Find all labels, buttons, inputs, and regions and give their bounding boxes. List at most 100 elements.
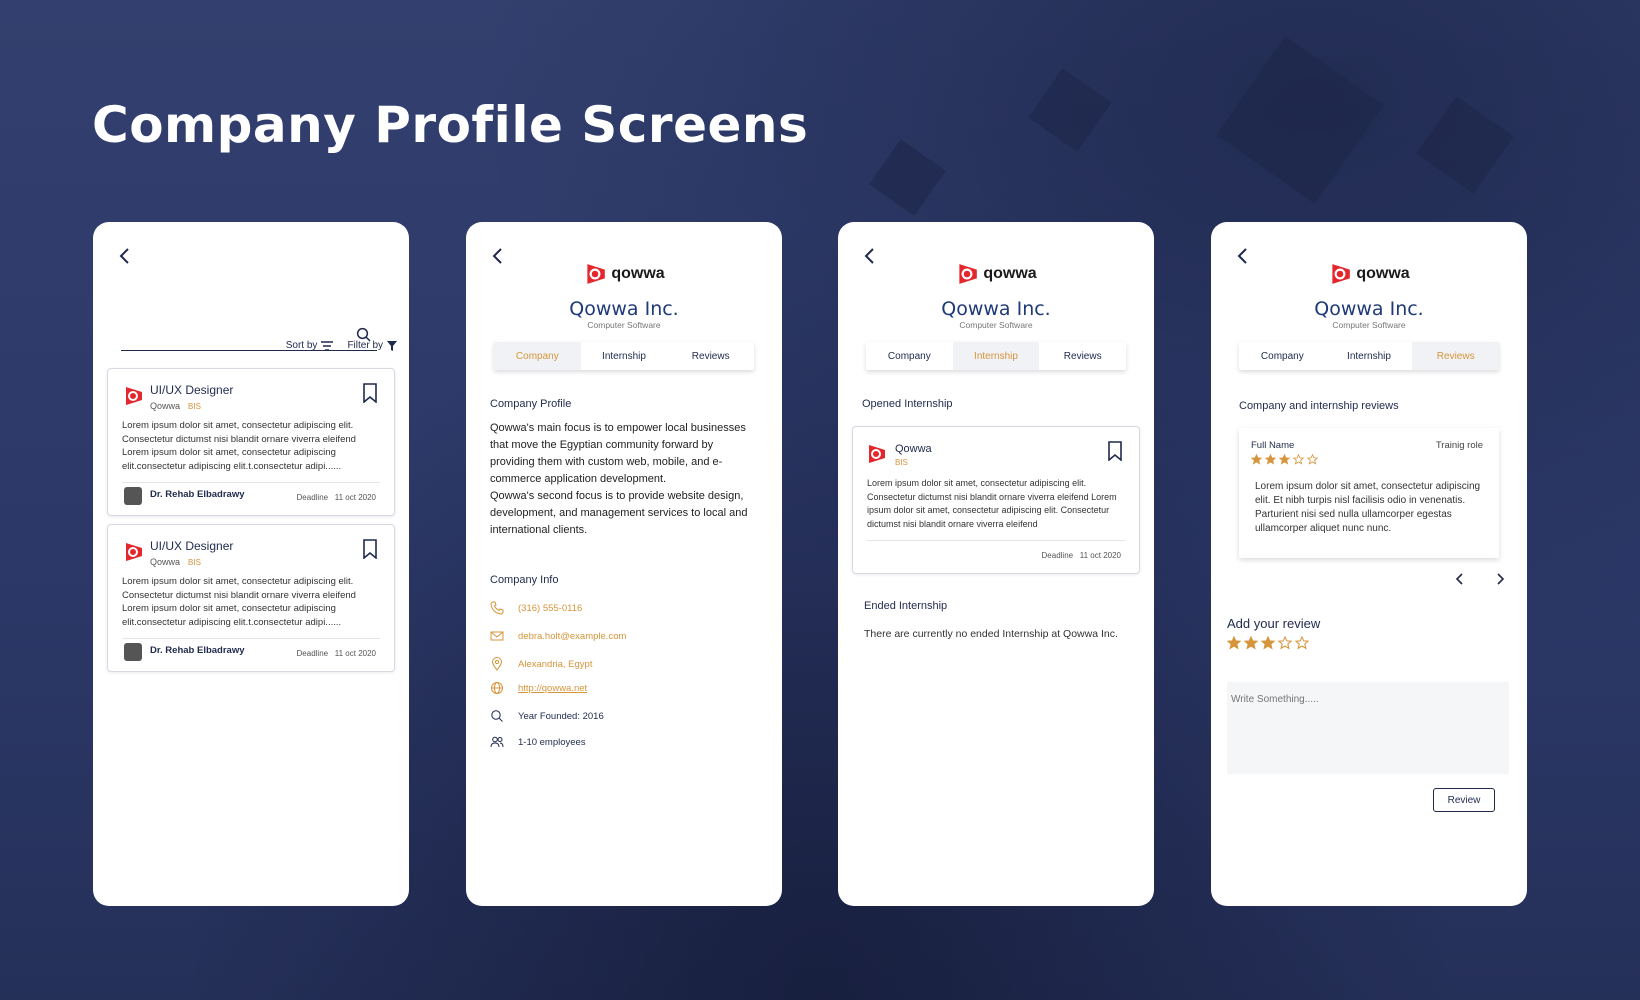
job-footer: Dr. Rehab Elbadrawy Deadline 11 oct 2020 <box>122 482 380 507</box>
star-filled-icon <box>1279 454 1290 465</box>
sort-filter-bar: Sort by Filter by <box>286 340 397 351</box>
sort-button[interactable]: Sort by <box>286 340 334 351</box>
ended-empty-text: There are currently no ended Internship … <box>864 628 1118 640</box>
tab-bar: Company Internship Reviews <box>866 342 1126 370</box>
internship-footer: Deadline 11 oct 2020 <box>867 540 1125 565</box>
profile-heading: Company Profile <box>490 398 572 410</box>
info-phone[interactable]: (316) 555-0116 <box>490 600 582 616</box>
tab-bar: Company Internship Reviews <box>494 342 754 370</box>
tab-company[interactable]: Company <box>1239 342 1326 370</box>
tab-bar: Company Internship Reviews <box>1239 342 1500 370</box>
reviewer-name: Full Name <box>1251 440 1295 451</box>
department-tag: BIS <box>188 558 201 567</box>
internship-description: Lorem ipsum dolor sit amet, consectetur … <box>867 478 1117 529</box>
email-text: debra.holt@example.com <box>518 630 627 642</box>
review-button[interactable]: Review <box>1433 788 1495 812</box>
job-description: Lorem ipsum dolor sit amet, consectetur … <box>122 576 356 628</box>
back-arrow-icon[interactable] <box>113 244 137 268</box>
tab-internship[interactable]: Internship <box>952 342 1040 370</box>
star-empty-icon[interactable] <box>1278 636 1292 650</box>
star-filled-icon <box>1265 454 1276 465</box>
qowwa-logo-icon <box>126 387 142 405</box>
tab-company[interactable]: Company <box>494 342 581 370</box>
star-filled-icon[interactable] <box>1244 636 1258 650</box>
sort-lines-icon <box>321 340 334 351</box>
tab-internship[interactable]: Internship <box>581 342 668 370</box>
screen-internships: qowwa Qowwa Inc. Computer Software Compa… <box>838 222 1154 906</box>
deadline-date: 11 oct 2020 <box>334 493 376 502</box>
company-name: Qowwa <box>150 557 181 567</box>
star-filled-icon <box>1251 454 1262 465</box>
job-title[interactable]: UI/UX Designer <box>150 383 233 397</box>
job-card[interactable]: UI/UX Designer Qowwa BIS Lorem ipsum dolo… <box>107 368 395 516</box>
review-textarea-box <box>1227 682 1509 774</box>
deadline-label: Deadline <box>1041 551 1074 560</box>
internship-card[interactable]: Qowwa BIS Lorem ipsum dolor sit amet, co… <box>852 426 1140 574</box>
website-link[interactable]: http://qowwa.net <box>518 683 587 694</box>
mail-icon <box>490 631 504 641</box>
brand-logo: qowwa <box>1211 262 1527 286</box>
bookmark-icon[interactable] <box>1107 441 1123 461</box>
review-pager <box>1453 572 1507 586</box>
deadline: Deadline 11 oct 2020 <box>1042 551 1121 560</box>
job-card[interactable]: UI/UX Designer Qowwa BIS Lorem ipsum dolo… <box>107 524 395 672</box>
poster-name: Dr. Rehab Elbadrawy <box>150 645 245 656</box>
job-footer: Dr. Rehab Elbadrawy Deadline 11 oct 2020 <box>122 638 380 663</box>
tab-reviews[interactable]: Reviews <box>1039 342 1126 370</box>
bookmark-icon[interactable] <box>362 383 378 403</box>
job-company: Qowwa BIS <box>150 557 201 567</box>
filter-button[interactable]: Filter by <box>347 340 397 351</box>
opened-heading: Opened Internship <box>862 398 953 410</box>
job-description: Lorem ipsum dolor sit amet, consectetur … <box>122 420 356 472</box>
location-pin-icon <box>491 657 503 671</box>
company-name: Qowwa Inc. <box>569 298 679 320</box>
sort-label: Sort by <box>285 340 318 351</box>
brand-word: qowwa <box>611 265 665 282</box>
department-tag: BIS <box>188 402 201 411</box>
tab-reviews[interactable]: Reviews <box>1412 342 1500 370</box>
profile-text: Qowwa's main focus is to empower local b… <box>490 422 748 536</box>
tab-company[interactable]: Company <box>866 342 953 370</box>
info-employees: 1-10 employees <box>490 734 586 750</box>
job-company: Qowwa BIS <box>150 401 201 411</box>
filter-label: Filter by <box>347 340 383 351</box>
star-empty-icon[interactable] <box>1295 636 1309 650</box>
deadline-label: Deadline <box>296 493 329 502</box>
tab-reviews[interactable]: Reviews <box>667 342 754 370</box>
screen-company-profile: qowwa Qowwa Inc. Computer Software Compa… <box>466 222 782 906</box>
chevron-left-icon[interactable] <box>1453 572 1467 586</box>
brand-logo: qowwa <box>466 262 782 286</box>
info-email[interactable]: debra.holt@example.com <box>490 628 626 644</box>
globe-icon <box>491 682 503 694</box>
screen-job-list: Sort by Filter by UI/UX Designer Qowwa BI… <box>93 222 409 906</box>
deadline-date: 11 oct 2020 <box>1079 551 1121 560</box>
company-category: Computer Software <box>587 320 661 330</box>
department-tag: BIS <box>895 458 908 467</box>
review-rating <box>1251 454 1318 465</box>
job-title[interactable]: UI/UX Designer <box>150 539 233 553</box>
chevron-right-icon[interactable] <box>1493 572 1507 586</box>
deadline-label: Deadline <box>296 649 329 658</box>
brand-logo: qowwa <box>838 262 1154 286</box>
star-empty-icon <box>1293 454 1304 465</box>
review-card: Full Name Trainig role Lorem ipsum dolor… <box>1239 428 1499 558</box>
avatar <box>124 487 142 505</box>
review-textarea[interactable] <box>1227 682 1509 774</box>
star-filled-icon[interactable] <box>1261 636 1275 650</box>
bookmark-icon[interactable] <box>362 539 378 559</box>
tab-internship[interactable]: Internship <box>1326 342 1413 370</box>
add-review-heading: Add your review <box>1227 616 1321 631</box>
add-rating-input[interactable] <box>1227 636 1309 650</box>
info-website[interactable]: http://qowwa.net <box>490 680 587 696</box>
review-text: Lorem ipsum dolor sit amet, consectetur … <box>1255 481 1481 534</box>
star-filled-icon[interactable] <box>1227 636 1241 650</box>
deadline-date: 11 oct 2020 <box>334 649 376 658</box>
reviewer-role: Trainig role <box>1435 440 1483 451</box>
deadline: Deadline 11 oct 2020 <box>297 649 376 658</box>
company-category: Computer Software <box>959 320 1033 330</box>
qowwa-logo-icon <box>126 543 142 561</box>
company-name: Qowwa Inc. <box>1314 298 1424 320</box>
qowwa-logo-icon <box>1332 264 1351 284</box>
info-founded: Year Founded: 2016 <box>490 708 604 724</box>
page-title: Company Profile Screens <box>92 96 809 154</box>
